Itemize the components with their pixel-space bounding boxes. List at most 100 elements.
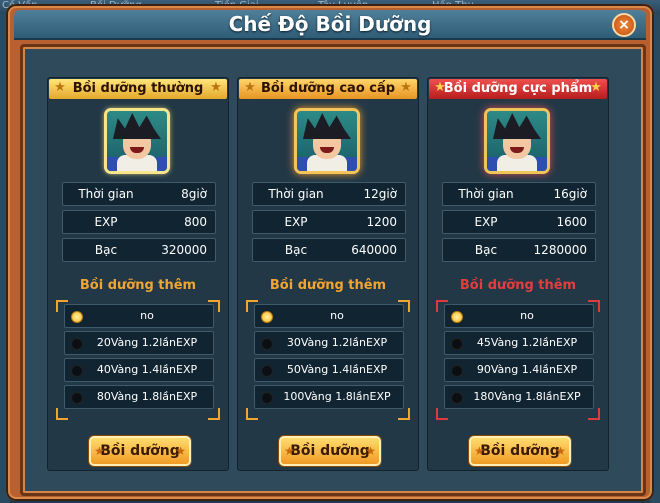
extra-training-title: Bồi dưỡng thêm (79, 278, 197, 293)
panel-header: ★ Bồi dưỡng thường ★ (49, 79, 227, 99)
option-label: 90Vàng 1.4lầnEXP (476, 363, 578, 376)
character-portrait (487, 111, 547, 171)
stat-label: EXP (284, 215, 308, 229)
close-icon[interactable]: × (612, 13, 636, 37)
train-button[interactable]: ★ Bồi dưỡng ★ (279, 436, 381, 466)
option-row[interactable]: 100Vàng 1.8lầnEXP (254, 385, 404, 409)
option-label: 30Vàng 1.2lầnEXP (286, 336, 388, 349)
option-label: 45Vàng 1.2lầnEXP (476, 336, 578, 349)
radio-icon[interactable] (261, 392, 273, 404)
radio-icon[interactable] (451, 392, 463, 404)
stat-silver: Bạc 1280000 (442, 238, 596, 262)
star-icon: ★ (434, 80, 446, 95)
extra-training-title: Bồi dưỡng thêm (459, 278, 577, 293)
star-icon: ★ (175, 444, 186, 458)
train-button-label: Bồi dưỡng (290, 443, 370, 459)
star-icon: ★ (94, 444, 105, 458)
stat-value: 16giờ (553, 187, 587, 201)
panel-normal: ★ Bồi dưỡng thường ★ Thời gian 8giờ EXP … (47, 77, 229, 471)
option-row[interactable]: 90Vàng 1.4lầnEXP (444, 358, 594, 382)
stat-value: 320000 (161, 243, 207, 257)
option-label: 50Vàng 1.4lầnEXP (286, 363, 388, 376)
extra-training-title: Bồi dưỡng thêm (269, 278, 387, 293)
option-row[interactable]: no (254, 304, 404, 328)
option-label: no (330, 309, 344, 322)
option-row[interactable]: 45Vàng 1.2lầnEXP (444, 331, 594, 355)
character-portrait (107, 111, 167, 171)
radio-icon[interactable] (71, 365, 83, 377)
star-icon: ★ (590, 80, 602, 95)
panel-header: ★ Bồi dưỡng cao cấp ★ (239, 79, 417, 99)
option-row[interactable]: 80Vàng 1.8lầnEXP (64, 385, 214, 409)
stat-silver: Bạc 320000 (62, 238, 216, 262)
option-row[interactable]: 20Vàng 1.2lầnEXP (64, 331, 214, 355)
option-row[interactable]: 40Vàng 1.4lầnEXP (64, 358, 214, 382)
stat-label: Thời gian (78, 187, 134, 201)
panel-advanced: ★ Bồi dưỡng cao cấp ★ Thời gian 12giờ EX… (237, 77, 419, 471)
stat-value: 8giờ (181, 187, 207, 201)
star-icon: ★ (555, 444, 566, 458)
radio-selected-icon[interactable] (261, 311, 273, 323)
stat-value: 1600 (556, 215, 587, 229)
option-label: no (520, 309, 534, 322)
radio-icon[interactable] (71, 392, 83, 404)
panel-header-label: Bồi dưỡng cao cấp (260, 81, 396, 96)
panel-premium: ★ Bồi dưỡng cực phẩm ★ Thời gian 16giờ E… (427, 77, 609, 471)
window-title: Chế Độ Bồi Dưỡng (228, 12, 432, 36)
train-button-label: Bồi dưỡng (480, 443, 560, 459)
radio-icon[interactable] (71, 338, 83, 350)
stat-label: Bạc (284, 243, 308, 257)
stat-exp: EXP 1200 (252, 210, 406, 234)
panel-header-label: Bồi dưỡng thường (72, 81, 204, 96)
option-label: 20Vàng 1.2lầnEXP (96, 336, 198, 349)
option-label: 80Vàng 1.8lầnEXP (96, 390, 198, 403)
option-row[interactable]: 50Vàng 1.4lầnEXP (254, 358, 404, 382)
radio-icon[interactable] (451, 365, 463, 377)
star-icon: ★ (244, 80, 256, 95)
stat-exp: EXP 800 (62, 210, 216, 234)
radio-selected-icon[interactable] (71, 311, 83, 323)
stat-value: 12giờ (363, 187, 397, 201)
star-icon: ★ (474, 444, 485, 458)
train-button[interactable]: ★ Bồi dưỡng ★ (469, 436, 571, 466)
window-titlebar: Chế Độ Bồi Dưỡng × (14, 10, 646, 40)
training-mode-window: Chế Độ Bồi Dưỡng × ★ Bồi dưỡng thường ★ … (6, 4, 654, 501)
radio-icon[interactable] (261, 338, 273, 350)
stat-time: Thời gian 12giờ (252, 182, 406, 206)
stat-label: EXP (474, 215, 498, 229)
panel-header: ★ Bồi dưỡng cực phẩm ★ (429, 79, 607, 99)
option-label: 40Vàng 1.4lầnEXP (96, 363, 198, 376)
option-row[interactable]: 30Vàng 1.2lầnEXP (254, 331, 404, 355)
radio-icon[interactable] (451, 338, 463, 350)
train-button-label: Bồi dưỡng (100, 443, 180, 459)
option-label: 180Vàng 1.8lầnEXP (473, 390, 581, 403)
radio-selected-icon[interactable] (451, 311, 463, 323)
stat-label: EXP (94, 215, 118, 229)
train-button[interactable]: ★ Bồi dưỡng ★ (89, 436, 191, 466)
option-label: no (140, 309, 154, 322)
stat-value: 800 (184, 215, 207, 229)
stat-time: Thời gian 8giờ (62, 182, 216, 206)
option-row[interactable]: 180Vàng 1.8lầnEXP (444, 385, 594, 409)
extra-options-box: no 45Vàng 1.2lầnEXP 90Vàng 1.4lầnEXP 180… (436, 300, 600, 420)
star-icon: ★ (54, 80, 66, 95)
panels-container: ★ Bồi dưỡng thường ★ Thời gian 8giờ EXP … (20, 44, 646, 496)
star-icon: ★ (210, 80, 222, 95)
option-row[interactable]: no (64, 304, 214, 328)
star-icon: ★ (284, 444, 295, 458)
star-icon: ★ (365, 444, 376, 458)
stat-silver: Bạc 640000 (252, 238, 406, 262)
stat-label: Bạc (94, 243, 118, 257)
stat-time: Thời gian 16giờ (442, 182, 596, 206)
stat-exp: EXP 1600 (442, 210, 596, 234)
star-icon: ★ (400, 80, 412, 95)
stat-value: 1200 (366, 215, 397, 229)
extra-options-box: no 20Vàng 1.2lầnEXP 40Vàng 1.4lầnEXP 80V… (56, 300, 220, 420)
stat-value: 1280000 (533, 243, 587, 257)
radio-icon[interactable] (261, 365, 273, 377)
option-label: 100Vàng 1.8lầnEXP (283, 390, 391, 403)
stat-label: Bạc (474, 243, 498, 257)
stat-label: Thời gian (268, 187, 324, 201)
extra-options-box: no 30Vàng 1.2lầnEXP 50Vàng 1.4lầnEXP 100… (246, 300, 410, 420)
option-row[interactable]: no (444, 304, 594, 328)
